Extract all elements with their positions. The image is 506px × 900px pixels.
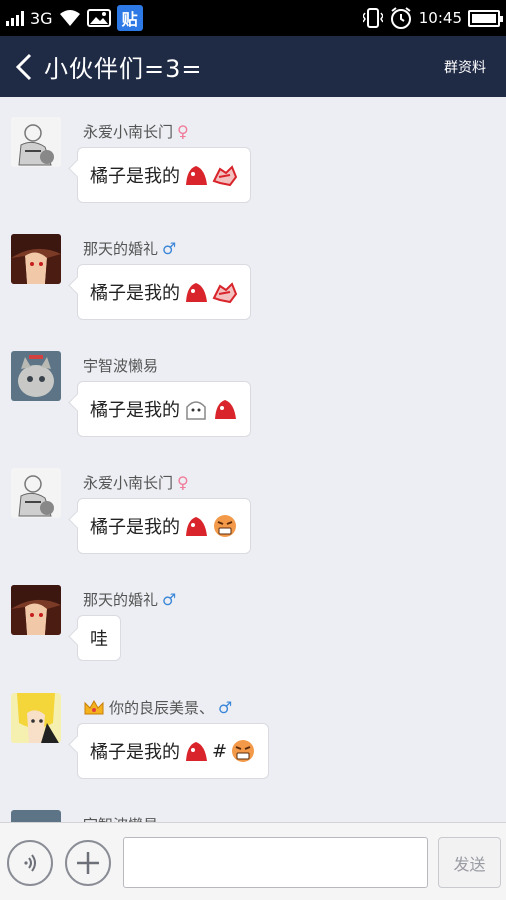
- sender-name: 宇智波懒易: [83, 355, 158, 376]
- sender-name: 永爱小南长门 ♀: [83, 472, 189, 493]
- crown-icon: [84, 699, 104, 714]
- input-bar: 发送: [0, 822, 506, 900]
- female-icon: ♀: [177, 122, 189, 141]
- sender-name-text: 永爱小南长门: [83, 123, 174, 141]
- sender-name-text: 那天的婚礼: [83, 240, 159, 258]
- sender-name: 宇智波懒易: [83, 814, 158, 822]
- avatar[interactable]: [11, 117, 61, 167]
- message-text: 哇: [90, 629, 108, 650]
- image-icon: [86, 9, 111, 27]
- message-text: 橘子是我的: [90, 517, 180, 538]
- voice-button[interactable]: [7, 840, 53, 886]
- angry-face-emoji: [232, 740, 255, 762]
- group-info-button[interactable]: 群资料: [444, 57, 486, 77]
- message-text: 橘子是我的: [90, 166, 180, 187]
- male-icon: ♂: [162, 239, 177, 258]
- message-bubble[interactable]: 橘子是我的 #: [77, 723, 270, 779]
- sender-name-text: 你的良辰美景、: [109, 699, 215, 717]
- plus-icon: [77, 852, 99, 874]
- message-list[interactable]: 永爱小南长门 ♀ 橘子是我的 那天的婚礼 ♂ 橘子是我的 宇智波懒易 橘子是我的…: [0, 97, 506, 822]
- message-text: 橘子是我的: [90, 283, 180, 304]
- angry-face-emoji: [214, 515, 236, 537]
- sender-name-text: 那天的婚礼: [83, 591, 159, 609]
- red-smash-emoji: [212, 282, 238, 304]
- male-icon: ♂: [218, 698, 233, 717]
- avatar[interactable]: [11, 810, 61, 822]
- back-button[interactable]: [4, 36, 44, 97]
- hash-symbol: #: [212, 740, 228, 762]
- red-smash-emoji: [212, 165, 238, 187]
- network-type: 3G: [30, 8, 53, 28]
- message-bubble[interactable]: 橘子是我的: [77, 264, 251, 320]
- avatar[interactable]: [11, 234, 61, 284]
- avatar[interactable]: [11, 585, 61, 635]
- title-bar: 小伙伴们=3= 群资料: [0, 36, 506, 97]
- clock: 10:45: [418, 9, 462, 27]
- sender-name-text: 宇智波懒易: [83, 357, 159, 375]
- status-bar: 3G 贴 10:45: [0, 0, 506, 36]
- tieba-icon: 贴: [116, 5, 143, 31]
- page-title: 小伙伴们=3=: [44, 55, 203, 83]
- message-bubble[interactable]: 橘子是我的: [77, 498, 251, 554]
- red-blob-emoji: [186, 742, 207, 761]
- plus-button[interactable]: [65, 840, 111, 886]
- red-blob-emoji: [215, 400, 236, 419]
- voice-icon: [24, 854, 36, 872]
- sender-name-text: 宇智波懒易: [83, 814, 158, 822]
- red-blob-emoji: [186, 166, 207, 185]
- battery-icon: [468, 9, 503, 27]
- alarm-icon: [390, 7, 411, 29]
- sender-name: 永爱小南长门 ♀: [83, 121, 189, 142]
- avatar[interactable]: [11, 468, 61, 518]
- message-bubble[interactable]: 橘子是我的: [77, 147, 251, 203]
- avatar[interactable]: [11, 693, 61, 743]
- chevron-left-icon: [15, 53, 32, 80]
- female-icon: ♀: [177, 473, 189, 492]
- signal-icon: [6, 10, 24, 26]
- male-icon: ♂: [162, 590, 177, 609]
- sender-name: 那天的婚礼 ♂: [83, 589, 176, 610]
- sender-name: 那天的婚礼 ♂: [83, 238, 176, 259]
- white-ghost-emoji: [186, 401, 206, 420]
- message-input[interactable]: [123, 837, 428, 888]
- sender-name: 你的良辰美景、 ♂: [83, 697, 232, 718]
- status-right: 10:45: [362, 6, 503, 30]
- avatar[interactable]: [11, 351, 61, 401]
- sender-name-text: 永爱小南长门: [83, 474, 174, 492]
- message-text: 橘子是我的: [90, 400, 180, 421]
- vibrate-icon: [362, 8, 383, 28]
- message-text: 橘子是我的: [90, 742, 180, 763]
- wifi-icon: [59, 10, 80, 26]
- red-blob-emoji: [186, 283, 207, 302]
- status-left: 3G 贴: [6, 5, 143, 31]
- send-button[interactable]: 发送: [438, 837, 501, 888]
- red-blob-emoji: [186, 517, 207, 536]
- message-bubble[interactable]: 橘子是我的: [77, 381, 251, 437]
- message-bubble[interactable]: 哇: [77, 615, 121, 661]
